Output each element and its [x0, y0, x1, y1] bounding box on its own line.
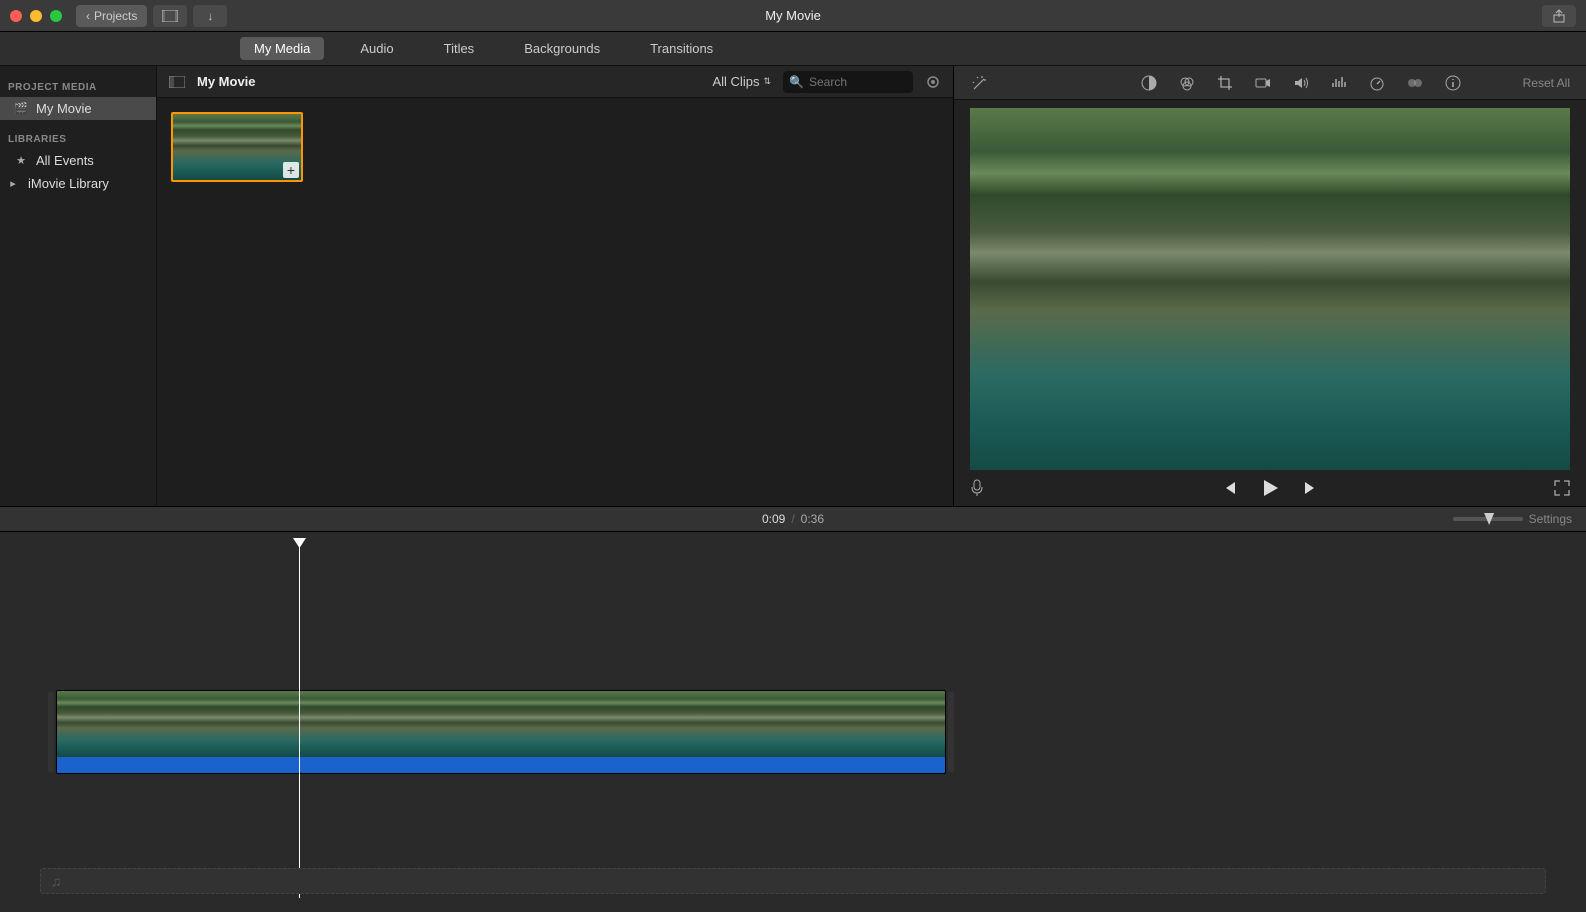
noise-reduction-icon[interactable] — [1329, 73, 1349, 93]
search-icon: 🔍 — [789, 75, 804, 89]
playback-controls — [954, 470, 1586, 506]
main-area: PROJECT MEDIA 🎬 My Movie LIBRARIES ★ All… — [0, 66, 1586, 506]
search-field-wrap: 🔍 — [783, 71, 913, 93]
background-music-track[interactable]: ♫ — [40, 868, 1546, 894]
filmstrip-icon — [162, 10, 178, 22]
info-icon[interactable] — [1443, 73, 1463, 93]
color-correction-icon[interactable] — [1177, 73, 1197, 93]
traffic-lights — [10, 10, 62, 22]
enhance-wand-icon[interactable] — [970, 73, 990, 93]
tab-titles[interactable]: Titles — [430, 37, 489, 60]
download-arrow-icon: ↓ — [207, 9, 213, 23]
browser-clips-grid — [157, 98, 953, 506]
chevron-left-icon: ‹ — [86, 9, 90, 23]
sidebar-item-label: iMovie Library — [28, 176, 109, 191]
viewer-toolbar: Reset All — [954, 66, 1586, 100]
playhead-time: 0:09 — [762, 512, 785, 526]
clip-thumbnail-image — [173, 114, 301, 180]
sidebar-toggle-icon[interactable] — [169, 76, 185, 88]
sidebar-heading-project: PROJECT MEDIA — [0, 76, 156, 97]
music-note-icon: ♫ — [51, 873, 62, 889]
preview-canvas[interactable] — [970, 108, 1570, 470]
sidebar-heading-libraries: LIBRARIES — [0, 128, 156, 149]
browser-title: My Movie — [197, 74, 256, 89]
clip-audio-track[interactable] — [57, 757, 945, 774]
view-mode-button[interactable] — [153, 5, 187, 27]
timeline-settings-button[interactable]: Settings — [1529, 512, 1572, 526]
tab-audio[interactable]: Audio — [346, 37, 407, 60]
preview-viewer: Reset All — [954, 66, 1586, 506]
window-title: My Movie — [765, 8, 821, 23]
browser-header: My Movie All Clips ⇅ 🔍 — [157, 66, 953, 98]
speed-icon[interactable] — [1367, 73, 1387, 93]
clapboard-icon: 🎬 — [14, 102, 28, 115]
clip-trim-handle-right[interactable] — [948, 692, 954, 772]
tab-my-media[interactable]: My Media — [240, 37, 324, 60]
filter-label: All Clips — [712, 74, 759, 89]
timeline-infobar: 0:09 / 0:36 Settings — [0, 506, 1586, 532]
skip-back-icon — [1221, 480, 1237, 496]
preview-frame-image — [970, 108, 1570, 470]
import-button[interactable]: ↓ — [193, 5, 227, 27]
share-button[interactable] — [1542, 5, 1576, 27]
crop-icon[interactable] — [1215, 73, 1235, 93]
color-balance-icon[interactable] — [1139, 73, 1159, 93]
back-label: Projects — [94, 9, 137, 23]
disclosure-triangle-icon: ▸ — [6, 177, 20, 190]
stabilization-icon[interactable] — [1253, 73, 1273, 93]
star-icon: ★ — [14, 154, 28, 167]
tab-backgrounds[interactable]: Backgrounds — [510, 37, 614, 60]
timeline-settings: Settings — [1453, 512, 1572, 526]
sidebar-item-all-events[interactable]: ★ All Events — [0, 149, 156, 172]
play-icon — [1259, 477, 1281, 499]
voiceover-record-button[interactable] — [970, 479, 984, 497]
prev-frame-button[interactable] — [1221, 480, 1237, 496]
tab-transitions[interactable]: Transitions — [636, 37, 727, 60]
browser-settings-button[interactable] — [925, 74, 941, 90]
skip-forward-icon — [1303, 480, 1319, 496]
clip-filter-dropdown[interactable]: All Clips ⇅ — [712, 74, 771, 89]
play-button[interactable] — [1259, 477, 1281, 499]
minimize-icon[interactable] — [30, 10, 42, 22]
clip-trim-handle-left[interactable] — [48, 692, 54, 772]
timeline-zoom-slider[interactable] — [1453, 517, 1523, 521]
window-titlebar: ‹ Projects ↓ My Movie — [0, 0, 1586, 32]
sidebar-item-project[interactable]: 🎬 My Movie — [0, 97, 156, 120]
sidebar: PROJECT MEDIA 🎬 My Movie LIBRARIES ★ All… — [0, 66, 157, 506]
close-icon[interactable] — [10, 10, 22, 22]
chevron-updown-icon: ⇅ — [763, 76, 771, 87]
fullscreen-icon — [1554, 480, 1570, 496]
timeline-clip[interactable] — [56, 690, 946, 774]
media-clip-thumb[interactable] — [171, 112, 303, 182]
sidebar-item-label: All Events — [36, 153, 94, 168]
fullscreen-button[interactable] — [1554, 480, 1570, 496]
playhead[interactable] — [299, 538, 300, 898]
video-effects-icon[interactable] — [1405, 73, 1425, 93]
reset-all-button[interactable]: Reset All — [1523, 76, 1570, 90]
microphone-icon — [970, 479, 984, 497]
timeline[interactable]: ♫ — [0, 532, 1586, 912]
gear-icon — [925, 74, 941, 90]
zoom-icon[interactable] — [50, 10, 62, 22]
sidebar-item-imovie-library[interactable]: ▸ iMovie Library — [0, 172, 156, 195]
total-duration: 0:36 — [801, 512, 824, 526]
back-projects-button[interactable]: ‹ Projects — [76, 5, 147, 27]
sidebar-item-label: My Movie — [36, 101, 92, 116]
time-separator: / — [791, 512, 794, 526]
share-icon — [1552, 9, 1566, 23]
media-tabs: My Media Audio Titles Backgrounds Transi… — [0, 32, 1586, 66]
volume-icon[interactable] — [1291, 73, 1311, 93]
media-browser: My Movie All Clips ⇅ 🔍 — [157, 66, 954, 506]
next-frame-button[interactable] — [1303, 480, 1319, 496]
clip-filmstrip — [57, 691, 945, 757]
